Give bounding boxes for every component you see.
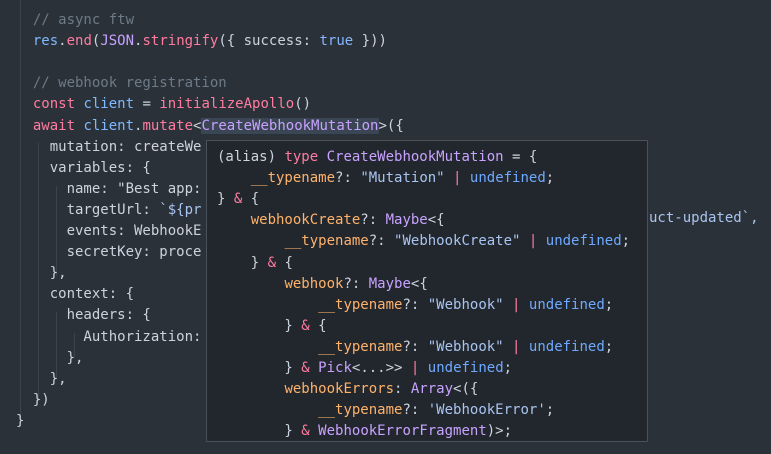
- code-line[interactable]: headers: {: [16, 305, 151, 326]
- tooltip-line: } & {: [217, 191, 260, 208]
- code-line[interactable]: await client.mutate<CreateWebhookMutatio…: [16, 116, 404, 137]
- code-line[interactable]: targetUrl: `${pr: [16, 200, 202, 221]
- code-line[interactable]: events: WebhookE: [16, 221, 202, 242]
- code-line[interactable]: Authorization:: [16, 327, 201, 348]
- tooltip-line: __typename?: "Webhook" | undefined;: [318, 338, 614, 355]
- code-overflow-text: uct-updated`,: [649, 210, 759, 226]
- code-line[interactable]: // webhook registration: [16, 73, 227, 94]
- tooltip-line: __typename?: "WebhookCreate" | undefined…: [284, 233, 631, 250]
- tooltip-line: } & Pick<...>> | undefined;: [217, 360, 513, 376]
- tooltip-line: } & {: [217, 254, 293, 271]
- code-line[interactable]: }): [16, 390, 50, 411]
- tooltip-line: } & WebhookErrorFragment)>;: [217, 423, 513, 440]
- tooltip-line: } & {: [217, 317, 327, 334]
- code-line[interactable]: // async ftw: [16, 10, 134, 31]
- tooltip-line: __typename?: "Webhook" | undefined;: [318, 296, 614, 313]
- code-line[interactable]: const client = initializeApollo(): [16, 94, 311, 115]
- hover-type-tooltip: (alias) type CreateWebhookMutation = { _…: [206, 140, 648, 442]
- code-line[interactable]: name: "Best app:: [16, 179, 202, 200]
- code-line[interactable]: },: [16, 263, 67, 284]
- tooltip-line: (alias) type CreateWebhookMutation = {: [217, 149, 538, 165]
- code-line[interactable]: variables: {: [16, 158, 151, 179]
- tooltip-line: webhookErrors: Array<({: [284, 381, 479, 398]
- code-line[interactable]: },: [16, 369, 67, 390]
- tooltip-line: webhook?: Maybe<{: [284, 275, 428, 292]
- code-line[interactable]: secretKey: proce: [16, 242, 202, 263]
- code-line[interactable]: },: [16, 348, 84, 369]
- code-line[interactable]: context: {: [16, 284, 134, 305]
- code-line[interactable]: }: [16, 411, 24, 432]
- code-line[interactable]: res.end(JSON.stringify({ success: true }…: [16, 31, 387, 52]
- tooltip-line: webhookCreate?: Maybe<{: [250, 212, 445, 229]
- code-line[interactable]: mutation: createWe: [16, 137, 202, 158]
- tooltip-line: __typename?: 'WebhookError';: [318, 402, 555, 419]
- tooltip-line: __typename?: "Mutation" | undefined;: [250, 170, 555, 187]
